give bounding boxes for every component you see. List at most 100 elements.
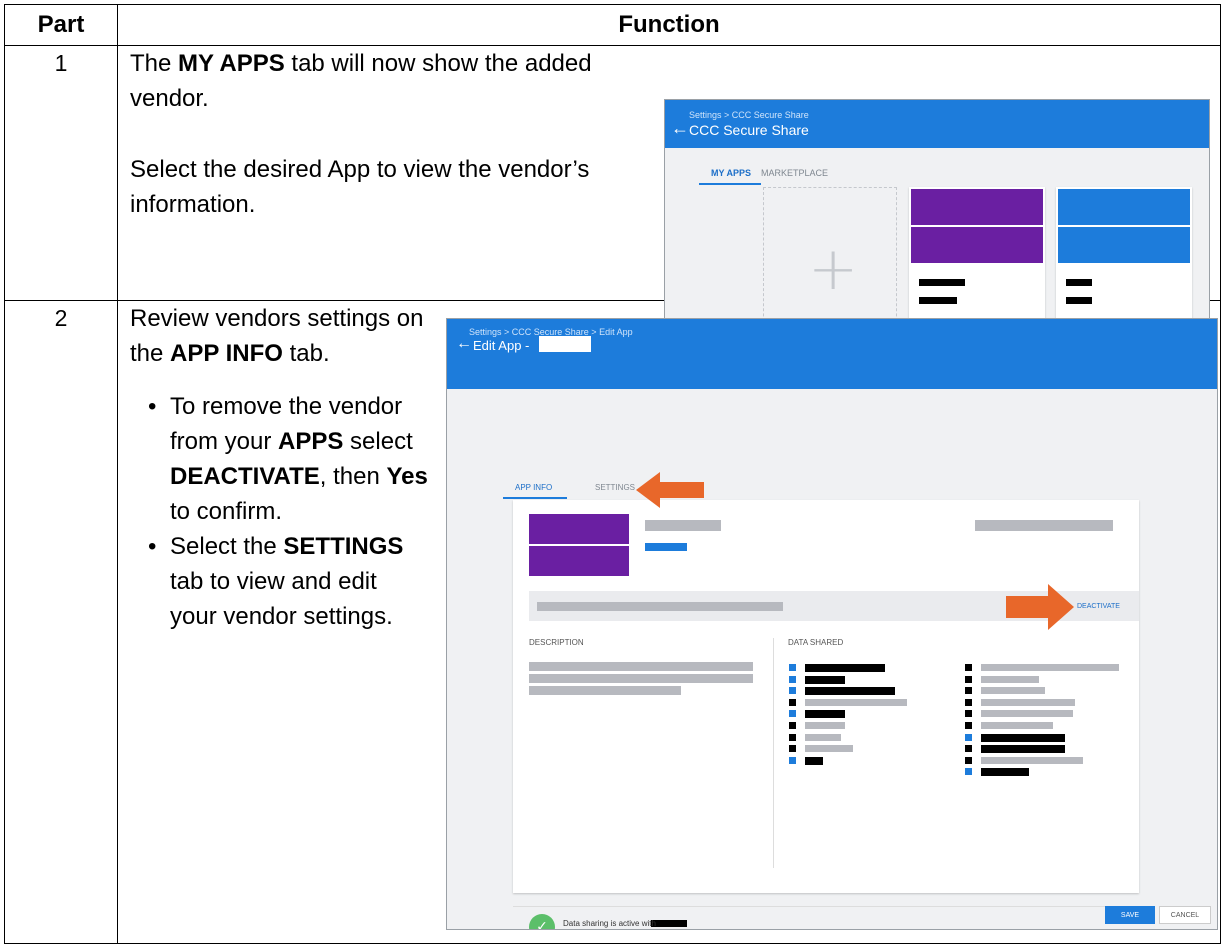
redacted-app-name	[539, 336, 591, 352]
app-logo	[1058, 189, 1190, 225]
bullet-square-icon	[965, 710, 972, 718]
save-button-label: SAVE	[1120, 911, 1140, 919]
description-line	[529, 662, 753, 671]
description-line	[529, 674, 753, 683]
redacted-text	[1066, 297, 1092, 304]
bullet-square-icon	[789, 687, 796, 695]
redacted-field	[981, 664, 1119, 671]
deactivate-button[interactable]: DEACTIVATE	[1077, 603, 1120, 610]
tab-marketplace[interactable]: MARKETPLACE	[761, 168, 828, 178]
redacted-field	[805, 722, 845, 729]
redacted-field	[805, 664, 885, 672]
bullet-square-icon	[965, 722, 972, 729]
bullet-square-icon	[965, 675, 972, 683]
arrow-to-settings-icon	[636, 472, 704, 508]
status-strip-placeholder	[537, 602, 783, 611]
redacted-text	[1066, 279, 1092, 286]
tab-my-apps[interactable]: MY APPS	[711, 168, 751, 178]
settings-bold: SETTINGS	[283, 533, 404, 560]
bullet-square-icon	[789, 756, 796, 764]
column-divider	[773, 638, 774, 868]
bullet-square-icon	[965, 768, 972, 776]
plus-icon: +	[808, 234, 859, 304]
text: tab.	[282, 340, 330, 367]
tab-app-info[interactable]: APP INFO	[515, 483, 552, 492]
tab-settings[interactable]: SETTINGS	[595, 483, 635, 492]
bullet-square-icon	[789, 733, 796, 741]
bullet-square-icon	[965, 745, 972, 753]
text: , then	[319, 463, 387, 490]
my-apps-bold: MY APPS	[178, 50, 285, 77]
header-part-label: Part	[37, 11, 85, 38]
vendor-meta-placeholder	[975, 520, 1113, 531]
page-title: Edit App -	[473, 338, 530, 353]
redacted-field	[981, 768, 1029, 777]
app-logo	[911, 189, 1043, 225]
deactivate-bold: DEACTIVATE	[170, 463, 320, 490]
bullet-square-icon	[789, 722, 796, 729]
row1-part-number: 1	[54, 50, 68, 76]
redacted-field	[981, 745, 1065, 754]
bullet-square-icon	[789, 745, 796, 753]
redacted-text	[919, 297, 957, 304]
vendor-logo	[529, 514, 629, 544]
redacted-field	[805, 698, 907, 706]
apps-bold: APPS	[278, 428, 344, 455]
bullet-square-icon	[965, 664, 972, 671]
redacted-field	[805, 733, 841, 741]
text: The	[130, 50, 179, 77]
redacted-vendor-name	[651, 920, 687, 927]
app-logo	[1058, 227, 1190, 263]
redacted-field	[981, 710, 1073, 718]
bullet-square-icon	[789, 710, 796, 718]
row1-paragraph1: The MY APPS tab will now show the added …	[130, 46, 620, 116]
row2-part-number: 2	[54, 305, 68, 331]
redacted-field	[981, 756, 1083, 764]
vendor-link-placeholder	[645, 543, 687, 551]
description-label: DESCRIPTION	[529, 638, 584, 647]
description-line	[529, 686, 681, 695]
bullet-square-icon	[789, 698, 796, 706]
app-info-bold: APP INFO	[170, 340, 283, 367]
row2-bullets: To remove the vendor from your APPS sele…	[144, 389, 430, 634]
footer-divider	[513, 906, 1139, 907]
row2-text: Review vendors settings on the APP INFO …	[130, 301, 430, 634]
bullet-remove: To remove the vendor from your APPS sele…	[144, 389, 430, 529]
arrow-to-deactivate-icon	[1006, 584, 1074, 630]
redacted-field	[981, 675, 1039, 683]
header-part: Part	[4, 4, 118, 46]
text: select	[343, 428, 413, 455]
text: tab to view and edit your vendor setting…	[170, 568, 393, 630]
bullet-square-icon	[789, 664, 796, 671]
row1-text: The MY APPS tab will now show the added …	[130, 46, 620, 222]
redacted-field	[805, 687, 895, 696]
redacted-text	[919, 279, 965, 286]
vendor-logo	[529, 546, 629, 576]
cancel-button[interactable]: CANCEL	[1159, 906, 1211, 924]
status-text: Data sharing is active with	[563, 919, 656, 928]
row1-paragraph2: Select the desired App to view the vendo…	[130, 152, 620, 222]
yes-bold: Yes	[386, 463, 428, 490]
back-arrow-icon[interactable]: ←	[456, 335, 472, 353]
app-logo	[911, 227, 1043, 263]
redacted-field	[981, 722, 1053, 729]
data-shared-label: DATA SHARED	[788, 638, 844, 647]
bullet-square-icon	[789, 675, 796, 683]
redacted-field	[981, 698, 1075, 706]
text: Select the desired App to view the vendo…	[130, 156, 590, 218]
breadcrumb: Settings > CCC Secure Share	[689, 110, 809, 120]
save-button[interactable]: SAVE	[1105, 906, 1155, 924]
back-arrow-icon[interactable]: ←	[671, 118, 689, 139]
screenshot-edit-app: Settings > CCC Secure Share > Edit App ←…	[446, 318, 1218, 930]
redacted-field	[805, 745, 853, 753]
text: to confirm.	[170, 498, 283, 525]
row2-intro: Review vendors settings on the APP INFO …	[130, 301, 430, 371]
tab-indicator	[699, 183, 761, 185]
redacted-field	[805, 675, 845, 684]
redacted-field	[981, 687, 1045, 695]
redacted-field	[981, 733, 1065, 742]
app-info-panel: DEACTIVATE DESCRIPTION DATA SHARED ✓	[513, 500, 1139, 929]
row2-part: 2	[4, 300, 118, 944]
cancel-button-label: CANCEL	[1170, 911, 1200, 919]
bullet-square-icon	[965, 756, 972, 764]
